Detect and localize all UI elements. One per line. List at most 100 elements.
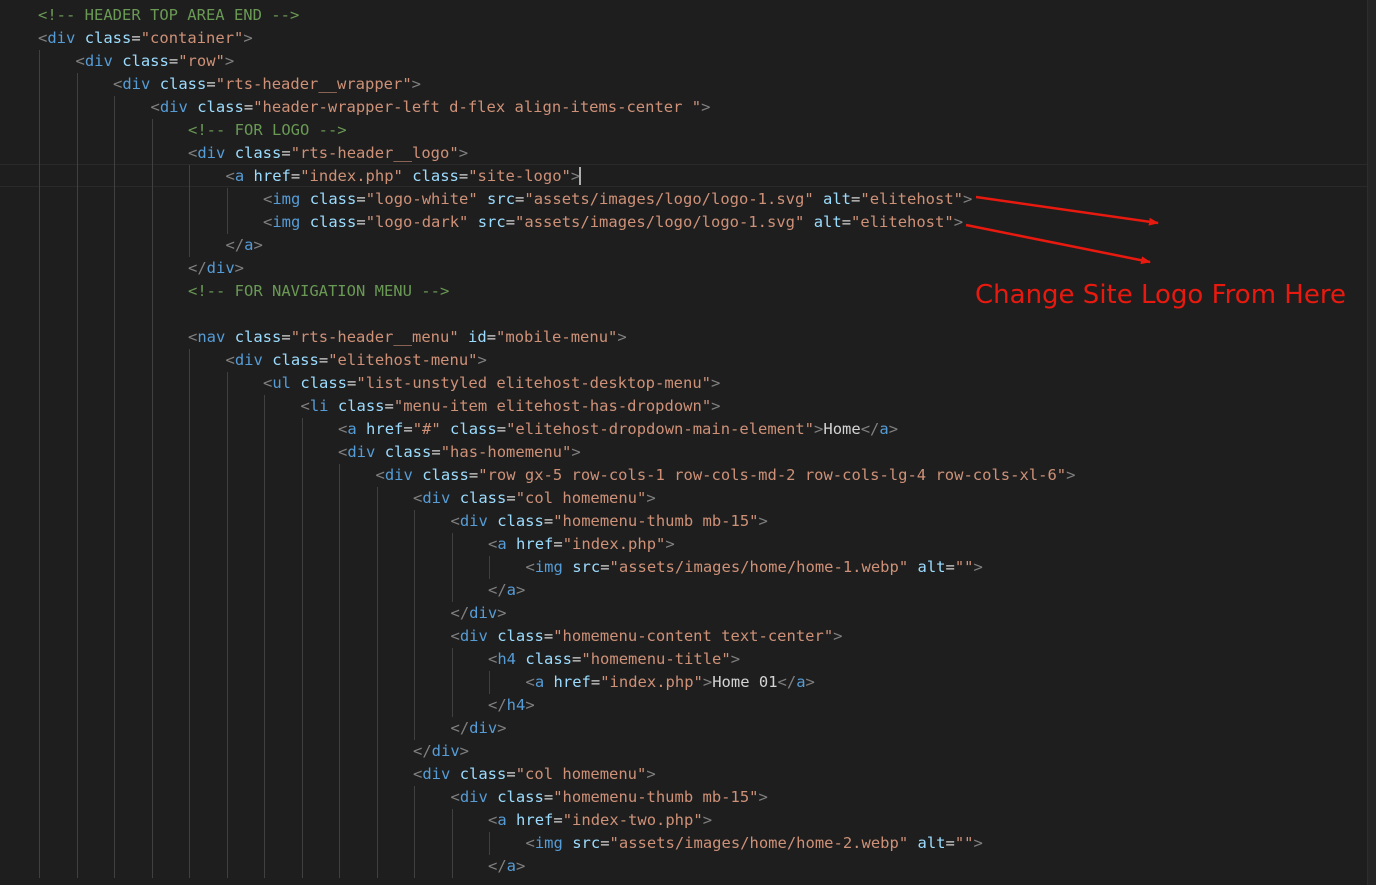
code-token: > (646, 489, 656, 507)
code-token: < (450, 627, 460, 645)
code-line: <div class="row"> (76, 50, 235, 73)
code-token: h4 (506, 696, 526, 714)
code-token: "index-two.php" (562, 811, 703, 829)
code-token: a (534, 673, 545, 691)
code-token: < (225, 167, 235, 185)
code-token: div (197, 144, 226, 162)
code-token: div (422, 489, 451, 507)
code-token: a (497, 535, 507, 553)
code-editor[interactable]: <!-- HEADER TOP AREA END --> <div class="… (0, 0, 1376, 885)
code-token: = (403, 420, 413, 438)
code-line: <img class="logo-dark" src="assets/image… (263, 211, 963, 234)
indent-guide (339, 464, 340, 878)
code-token: div (206, 259, 235, 277)
code-token: <!-- HEADER TOP AREA END --> (38, 6, 300, 24)
code-token: div (347, 443, 376, 461)
code-line: <div class="homemenu-content text-center… (451, 625, 843, 648)
code-token: div (459, 512, 488, 530)
code-token: class (159, 75, 207, 93)
code-token: > (665, 535, 675, 553)
code-token: src (572, 834, 601, 852)
code-token: div (384, 466, 413, 484)
code-line: </div> (188, 257, 244, 280)
code-token: a (506, 581, 517, 599)
code-token: = (356, 190, 366, 208)
code-token: < (525, 673, 535, 691)
code-token: src (487, 190, 516, 208)
code-token: > (224, 52, 235, 70)
code-token: "rts-header__menu" (290, 328, 459, 346)
code-token: class (422, 466, 469, 484)
code-token: href (516, 811, 554, 829)
code-token: < (525, 834, 535, 852)
code-token: = (945, 558, 955, 576)
code-token: a (347, 420, 357, 438)
code-line: <img class="logo-white" src="assets/imag… (263, 188, 972, 211)
code-token: < (525, 558, 535, 576)
code-line: <li class="menu-item elitehost-has-dropd… (301, 395, 721, 418)
code-token: = (206, 75, 216, 93)
code-token: class (197, 98, 244, 116)
code-token: > (243, 29, 253, 47)
code-line: <div class="container"> (38, 27, 253, 50)
code-token: > (516, 581, 526, 599)
code-token: "homemenu-title" (581, 650, 731, 668)
code-token: > (701, 98, 711, 116)
code-token: > (253, 236, 263, 254)
code-line: <a href="index.php" class="site-logo"> (226, 165, 581, 188)
code-token: div (431, 742, 460, 760)
code-token: > (411, 75, 422, 93)
code-token: > (888, 420, 899, 438)
code-token: class (497, 788, 544, 806)
code-token: a (244, 236, 254, 254)
code-token: > (477, 351, 487, 369)
code-token: "homemenu-content text-center" (553, 627, 834, 645)
indent-guide (227, 372, 228, 878)
indent-guide (377, 487, 378, 878)
code-token: > (973, 834, 983, 852)
code-token: < (188, 328, 198, 346)
indent-guide (452, 533, 453, 602)
code-token: < (375, 466, 385, 484)
code-line: </a> (488, 855, 525, 878)
code-token: "mobile-menu" (496, 328, 618, 346)
code-token: = (356, 213, 366, 231)
code-token: < (338, 420, 348, 438)
code-token: > (805, 673, 815, 691)
code-token: = (572, 650, 582, 668)
code-token: > (459, 742, 470, 760)
code-token: "has-homemenu" (440, 443, 572, 461)
code-token: class (309, 213, 357, 231)
code-token: = (543, 627, 554, 645)
code-token: < (488, 650, 498, 668)
code-token: = (290, 167, 301, 185)
code-token: < (450, 788, 460, 806)
code-token: = (486, 328, 497, 346)
code-token: a (506, 857, 517, 875)
code-token: </ (450, 719, 470, 737)
code-line: <!-- FOR NAVIGATION MENU --> (188, 280, 449, 303)
code-token: = (841, 213, 852, 231)
annotation-label: Change Site Logo From Here (975, 280, 1346, 310)
code-token: a (234, 167, 245, 185)
code-token: src (477, 213, 506, 231)
code-token: = (131, 29, 141, 47)
code-line: <div class="header-wrapper-left d-flex a… (151, 96, 711, 119)
code-token: "col homemenu" (515, 489, 647, 507)
code-line: </h4> (488, 694, 535, 717)
code-line: <div class="elitehost-menu"> (226, 349, 487, 372)
vertical-scrollbar[interactable] (1367, 0, 1376, 885)
code-token: "assets/images/home/home-2.webp" (609, 834, 909, 852)
indent-guide (264, 395, 265, 878)
code-token: "index.php" (600, 673, 703, 691)
code-line: <div class="has-homemenu"> (338, 441, 581, 464)
